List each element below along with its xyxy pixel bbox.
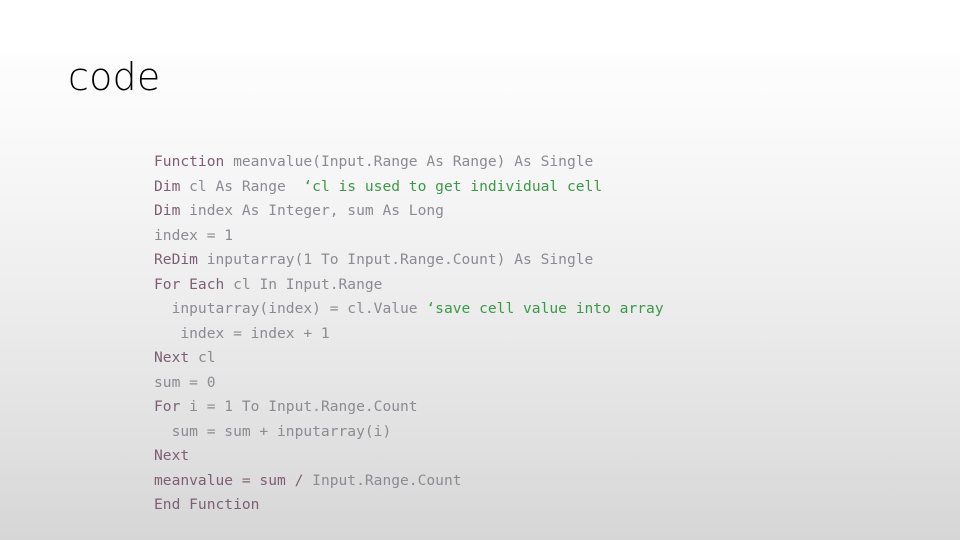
code-keyword-token: For: [154, 398, 181, 415]
code-plain-token: sum = sum + inputarray(i): [154, 422, 392, 440]
code-plain-token: cl As Range: [180, 177, 304, 195]
code-keyword-token: Function: [154, 153, 225, 170]
code-plain-token: i = 1 To Input.Range.Count: [180, 398, 418, 415]
code-line: index = index + 1: [154, 322, 914, 347]
code-keyword-token: ReDim: [154, 251, 198, 268]
code-plain-token: cl: [189, 349, 216, 366]
code-keyword-token: meanvalue = sum /: [154, 471, 313, 489]
code-keyword-token: Dim: [154, 202, 181, 219]
code-line: Next cl: [154, 346, 914, 371]
code-plain-token: index = 1: [154, 226, 234, 244]
page-title: code: [68, 55, 161, 99]
code-plain-token: sum = 0: [154, 373, 216, 391]
code-plain-token: index As Integer, sum As Long: [180, 202, 444, 219]
code-line: inputarray(index) = cl.Value ‘save cell …: [154, 297, 914, 322]
code-line: sum = sum + inputarray(i): [154, 420, 914, 445]
code-line: ReDim inputarray(1 To Input.Range.Count)…: [154, 248, 914, 273]
code-block: Function meanvalue(Input.Range As Range)…: [154, 150, 914, 518]
slide-canvas: code Function meanvalue(Input.Range As R…: [0, 0, 960, 540]
code-keyword-token: Next: [154, 349, 190, 366]
code-line: Dim index As Integer, sum As Long: [154, 199, 914, 224]
code-line: meanvalue = sum / Input.Range.Count: [154, 469, 914, 494]
code-plain-token: index = index + 1: [154, 324, 330, 342]
code-comment-token: ‘save cell value into array: [426, 300, 664, 317]
code-keyword-token: Dim: [154, 177, 181, 195]
code-keyword-token: Next: [154, 447, 190, 464]
code-comment-token: ‘cl is used to get individual cell: [303, 177, 603, 195]
code-line: Next: [154, 444, 914, 469]
code-plain-token: inputarray(index) = cl.Value: [154, 300, 427, 317]
code-plain-token: meanvalue(Input.Range As Range) As Singl…: [224, 153, 594, 170]
code-line: For Each cl In Input.Range: [154, 273, 914, 298]
code-line: sum = 0: [154, 371, 914, 396]
code-keyword-token: For Each: [154, 275, 225, 293]
code-line: Function meanvalue(Input.Range As Range)…: [154, 150, 914, 175]
code-plain-token: inputarray(1 To Input.Range.Count) As Si…: [197, 251, 594, 268]
code-plain-token: cl In Input.Range: [224, 275, 383, 293]
code-line: index = 1: [154, 224, 914, 249]
code-keyword-token: End Function: [154, 496, 260, 513]
code-line: Dim cl As Range ‘cl is used to get indiv…: [154, 175, 914, 200]
code-line: For i = 1 To Input.Range.Count: [154, 395, 914, 420]
code-plain-token: Input.Range.Count: [312, 471, 462, 489]
code-line: End Function: [154, 493, 914, 518]
